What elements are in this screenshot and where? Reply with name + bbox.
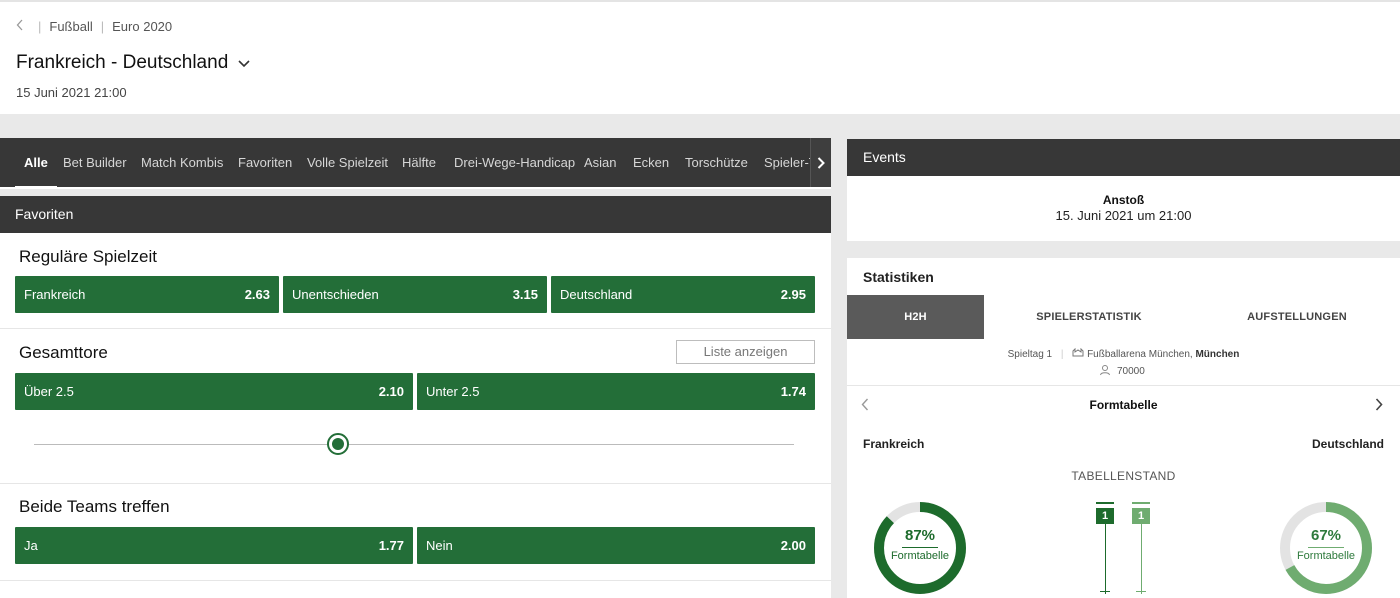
tabs-next-button[interactable]	[810, 138, 831, 187]
odd-label: Ja	[24, 538, 38, 553]
odd-button-away[interactable]: Deutschland 2.95	[551, 276, 815, 313]
away-form-label: Formtabelle	[1296, 550, 1356, 562]
standing-label: TABELLENSTAND	[1071, 469, 1176, 483]
odd-value: 1.77	[378, 538, 404, 553]
home-rank-cap	[1096, 502, 1114, 504]
odd-value: 1.74	[780, 384, 806, 399]
odd-value: 2.10	[378, 384, 404, 399]
goal-line-slider-handle[interactable]	[327, 433, 349, 455]
matchday: Spieltag 1	[1007, 349, 1053, 360]
team-away-name: Deutschland	[1311, 437, 1384, 451]
tab-player-stats[interactable]: SPIELERSTATISTIK	[984, 295, 1194, 339]
home-form-ring: 87% Formtabelle	[873, 501, 967, 595]
divider	[0, 328, 831, 329]
divider	[0, 580, 831, 581]
odd-value: 2.95	[780, 287, 806, 302]
odd-label: Unentschieden	[292, 287, 379, 302]
tab-alle[interactable]: Alle	[15, 138, 57, 187]
form-table-nav: Formtabelle	[847, 386, 1400, 422]
match-venue-row: Spieltag 1 | Fußballarena München, Münch…	[1007, 347, 1240, 360]
ring-divider	[1308, 547, 1344, 548]
section-title: Favoriten	[0, 196, 831, 233]
away-form-percent: 67%	[1310, 527, 1342, 544]
breadcrumb-league[interactable]: Euro 2020	[112, 19, 172, 34]
chevron-left-icon[interactable]	[16, 18, 30, 34]
home-form-label: Formtabelle	[890, 550, 950, 562]
capacity-value: 70000	[1117, 366, 1145, 377]
odd-button-yes[interactable]: Ja 1.77	[15, 527, 413, 564]
tab-spieler-tore[interactable]: Spieler-Tore	[764, 138, 810, 187]
odd-value: 3.15	[512, 287, 538, 302]
odd-button-no[interactable]: Nein 2.00	[417, 527, 815, 564]
away-rank-line	[1141, 524, 1142, 594]
odd-value: 2.00	[780, 538, 806, 553]
venue-capacity-row: 70000	[1099, 364, 1145, 379]
match-header: | Fußball | Euro 2020 Frankreich - Deuts…	[0, 0, 1400, 114]
tab-asian[interactable]: Asian	[584, 138, 617, 187]
tab-ecken[interactable]: Ecken	[633, 138, 669, 187]
market-title-total: Gesamttore	[19, 343, 108, 362]
match-title-row[interactable]: Frankreich - Deutschland	[16, 52, 252, 74]
home-rank-line	[1105, 524, 1106, 594]
match-date: 15 Juni 2021 21:00	[16, 85, 127, 100]
show-list-button[interactable]: Liste anzeigen	[676, 340, 815, 364]
kickoff-date: 15. Juni 2021 um 21:00	[1055, 208, 1192, 223]
goal-line-slider-track[interactable]	[34, 444, 794, 445]
home-rank-base	[1100, 591, 1110, 592]
odd-label: Deutschland	[560, 287, 633, 302]
odd-label: Unter 2.5	[426, 384, 480, 399]
market-tabs: Alle Bet Builder Match Kombis Favoriten …	[0, 138, 831, 189]
tab-lineups[interactable]: AUFSTELLUNGEN	[1194, 295, 1400, 339]
match-title: Frankreich - Deutschland	[16, 52, 229, 73]
odd-label: Über 2.5	[24, 384, 74, 399]
tab-haelfte[interactable]: Hälfte	[402, 138, 436, 187]
odd-label: Nein	[426, 538, 453, 553]
venue-name: Fußballarena München,	[1087, 349, 1193, 360]
away-rank-base	[1136, 591, 1146, 592]
away-rank: 1	[1132, 508, 1150, 524]
market-title-regular: Reguläre Spielzeit	[19, 247, 157, 266]
tab-favoriten[interactable]: Favoriten	[238, 138, 292, 187]
odd-button-over[interactable]: Über 2.5 2.10	[15, 373, 413, 410]
tab-volle-spielzeit[interactable]: Volle Spielzeit	[307, 138, 388, 187]
odd-button-draw[interactable]: Unentschieden 3.15	[283, 276, 547, 313]
divider	[0, 483, 831, 484]
tab-h2h[interactable]: H2H	[847, 295, 984, 339]
stadium-icon	[1072, 347, 1087, 360]
people-icon	[1099, 364, 1111, 379]
tab-torschuetze[interactable]: Torschütze	[685, 138, 748, 187]
odd-value: 2.63	[244, 287, 270, 302]
odd-label: Frankreich	[24, 287, 86, 302]
chevron-right-icon[interactable]	[1375, 398, 1383, 416]
form-table-title: Formtabelle	[1089, 398, 1158, 412]
tab-drei-wege-handicap[interactable]: Drei-Wege-Handicap	[454, 138, 575, 187]
odd-button-under[interactable]: Unter 2.5 1.74	[417, 373, 815, 410]
away-rank-cap	[1132, 502, 1150, 504]
breadcrumb: | Fußball | Euro 2020	[16, 18, 172, 34]
breadcrumb-separator: |	[38, 18, 42, 34]
events-panel: Anstoß 15. Juni 2021 um 21:00	[847, 176, 1400, 241]
stats-panel: Statistiken H2H SPIELERSTATISTIK AUFSTEL…	[847, 258, 1400, 598]
away-form-ring: 67% Formtabelle	[1279, 501, 1373, 595]
team-home-name: Frankreich	[863, 437, 925, 451]
breadcrumb-separator: |	[100, 18, 105, 34]
ring-divider	[902, 547, 938, 548]
chevron-down-icon[interactable]	[236, 55, 252, 71]
home-rank: 1	[1096, 508, 1114, 524]
market-tabs-scroll: Alle Bet Builder Match Kombis Favoriten …	[0, 138, 810, 187]
market-title-btts: Beide Teams treffen	[19, 497, 170, 516]
home-form-percent: 87%	[904, 527, 936, 544]
venue-city: München	[1195, 349, 1240, 360]
tab-bet-builder[interactable]: Bet Builder	[63, 138, 127, 187]
markets-panel: Reguläre Spielzeit Frankreich 2.63 Unent…	[0, 233, 831, 598]
stats-title: Statistiken	[863, 269, 934, 285]
tab-match-kombis[interactable]: Match Kombis	[141, 138, 223, 187]
breadcrumb-sport[interactable]: Fußball	[49, 19, 92, 34]
chevron-right-icon	[817, 156, 825, 169]
kickoff-label: Anstoß	[1102, 193, 1145, 207]
events-title: Events	[847, 139, 1400, 176]
odd-button-home[interactable]: Frankreich 2.63	[15, 276, 279, 313]
